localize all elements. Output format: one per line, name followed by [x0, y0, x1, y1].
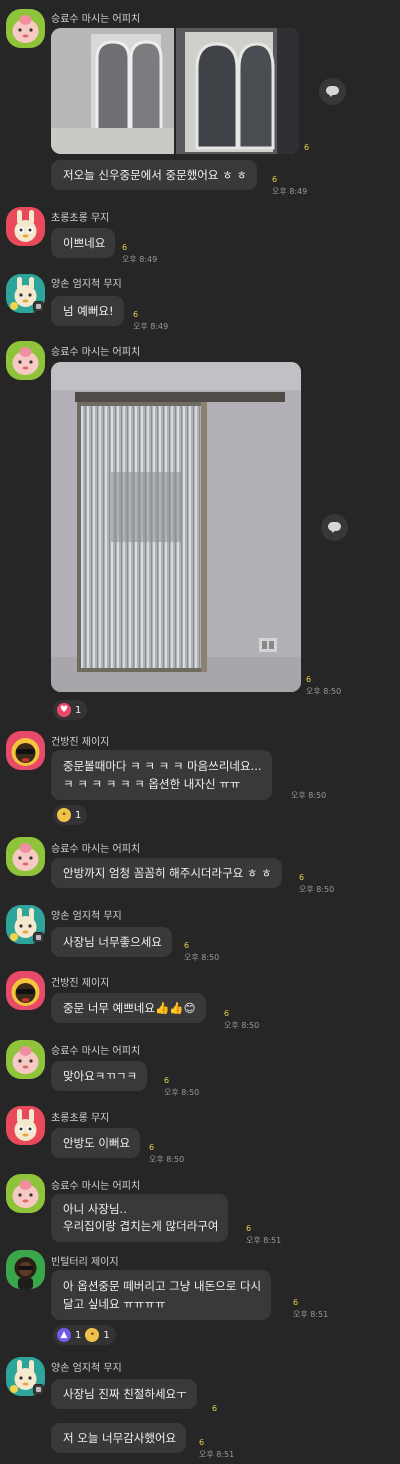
sad-face-icon: •: [57, 808, 71, 822]
message-bubble[interactable]: 아니 사장님.. 우리집이랑 겹치는게 많더라구여: [51, 1194, 229, 1242]
timestamp: 오후 8:51: [293, 1310, 329, 1319]
avatar-jayg[interactable]: [6, 731, 45, 770]
reaction-count: 1: [103, 1329, 110, 1341]
timestamp: 오후 8:50: [184, 953, 220, 962]
reaction-count: 1: [75, 704, 82, 716]
reaction-sad[interactable]: • 1: [53, 805, 88, 825]
unread-count: 6: [149, 1143, 155, 1152]
avatar-jayg-green[interactable]: [6, 1250, 45, 1289]
unread-count: 6: [133, 310, 139, 319]
message-bubble[interactable]: 넘 예뻐요!: [51, 296, 124, 326]
unread-count: 6: [164, 1076, 170, 1085]
timestamp: 오후 8:51: [199, 1450, 235, 1459]
timestamp: 오후 8:49: [122, 255, 158, 264]
sender-name: 양손 엄지척 무지: [51, 279, 122, 290]
message-bubble[interactable]: 사장님 너무좋으세요: [51, 927, 172, 957]
unread-count: 6: [212, 1404, 218, 1413]
avatar-apeach[interactable]: [6, 341, 45, 380]
sender-name: 양손 엄지척 무지: [51, 1363, 122, 1374]
timestamp: 오후 8:49: [133, 322, 169, 331]
message-bubble[interactable]: 이쁘네요: [51, 228, 116, 258]
unread-count: 6: [122, 243, 128, 252]
sender-name: 건방진 제이지: [51, 978, 110, 989]
heart-icon: ♥: [57, 703, 71, 717]
message-line: 중문볼때마다 ㅋ ㅋ ㅋ ㅋ 마음쓰리네요...: [63, 759, 262, 773]
share-icon[interactable]: [319, 78, 346, 105]
message-line: ㅋ ㅋ ㅋ ㅋ ㅋ ㅋ 옵션한 내자신 ㅠㅠ: [63, 777, 241, 791]
sender-name: 승료수 마시는 어피치: [51, 844, 141, 855]
timestamp: 오후 8:50: [149, 1155, 185, 1164]
reaction-group[interactable]: ▲ 1 • 1: [53, 1325, 116, 1345]
timestamp: 오후 8:49: [272, 187, 308, 196]
message-line: 달고 싶네요 ㅠㅠㅠㅠ: [63, 1297, 166, 1311]
timestamp: 오후 8:51: [246, 1236, 282, 1245]
unread-count: 6: [299, 873, 305, 882]
sender-name: 승료수 마시는 어피치: [51, 1181, 141, 1192]
avatar-muzi[interactable]: [6, 1106, 45, 1145]
sender-name: 양손 엄지척 무지: [51, 911, 122, 922]
door-photo-pair[interactable]: [51, 28, 299, 154]
reaction-heart[interactable]: ♥ 1: [53, 700, 88, 720]
avatar-apeach[interactable]: [6, 837, 45, 876]
unread-count: 6: [246, 1224, 252, 1233]
timestamp: 오후 8:50: [291, 791, 327, 800]
timestamp: 오후 8:50: [224, 1021, 260, 1030]
message-bubble[interactable]: 안방까지 엄청 꼼꼼히 해주시더라구요 ㅎ ㅎ: [51, 858, 282, 888]
share-icon[interactable]: [321, 514, 348, 541]
reaction-count: 1: [75, 1329, 82, 1341]
message-bubble[interactable]: 안방도 이뻐요: [51, 1128, 141, 1158]
profile-badge-icon: [33, 1384, 44, 1395]
thumbs-up-icon: ▲: [57, 1328, 71, 1342]
sliding-door-photo[interactable]: [51, 362, 301, 692]
sender-name: 초롱초롱 무지: [51, 213, 110, 224]
timestamp: 오후 8:50: [299, 885, 335, 894]
message-bubble[interactable]: 아 옵션중문 떼버리고 그냥 내돈으로 다시 달고 싶네요 ㅠㅠㅠㅠ: [51, 1270, 272, 1320]
sender-name: 초롱초롱 무지: [51, 1113, 110, 1124]
message-bubble[interactable]: 저오늘 신우중문에서 중문했어요 ㅎ ㅎ: [51, 160, 257, 190]
unread-count: 6: [293, 1298, 299, 1307]
sender-name: 건방진 제이지: [51, 737, 110, 748]
sender-name: 빈털터리 제이지: [51, 1257, 119, 1268]
sender-name: 승료수 마시는 어피치: [51, 14, 141, 25]
unread-count: 6: [306, 675, 312, 684]
message-bubble[interactable]: 맞아요ㅋㄲㄱㅋ: [51, 1061, 148, 1091]
avatar-apeach[interactable]: [6, 1040, 45, 1079]
sender-name: 승료수 마시는 어피치: [51, 1046, 141, 1057]
timestamp: 오후 8:50: [164, 1088, 200, 1097]
avatar-jayg[interactable]: [6, 971, 45, 1010]
sender-name: 승료수 마시는 어피치: [51, 347, 141, 358]
message-bubble[interactable]: 중문 너무 예쁘네요👍👍😊: [51, 993, 206, 1023]
profile-badge-icon: [33, 932, 44, 943]
message-line: 아니 사장님..: [63, 1202, 127, 1216]
timestamp: 오후 8:50: [306, 687, 342, 696]
avatar-muzi[interactable]: [6, 207, 45, 246]
avatar-apeach[interactable]: [6, 1174, 45, 1213]
message-bubble[interactable]: 저 오늘 너무감사했어요: [51, 1423, 187, 1453]
reaction-count: 1: [75, 809, 82, 821]
unread-count: 6: [199, 1438, 205, 1447]
avatar-apeach[interactable]: [6, 9, 45, 48]
message-line: 우리집이랑 겹치는게 많더라구여: [63, 1219, 219, 1233]
message-bubble[interactable]: 사장님 진짜 친절하세요ㅜ: [51, 1379, 197, 1409]
profile-badge-icon: [33, 301, 44, 312]
unread-count: 6: [184, 941, 190, 950]
sad-face-icon: •: [85, 1328, 100, 1342]
unread-count: 6: [224, 1009, 230, 1018]
unread-count: 6: [272, 175, 278, 184]
message-line: 아 옵션중문 떼버리고 그냥 내돈으로 다시: [63, 1279, 262, 1293]
message-bubble[interactable]: 중문볼때마다 ㅋ ㅋ ㅋ ㅋ 마음쓰리네요... ㅋ ㅋ ㅋ ㅋ ㅋ ㅋ 옵션한…: [51, 750, 272, 800]
unread-count: 6: [304, 143, 310, 152]
